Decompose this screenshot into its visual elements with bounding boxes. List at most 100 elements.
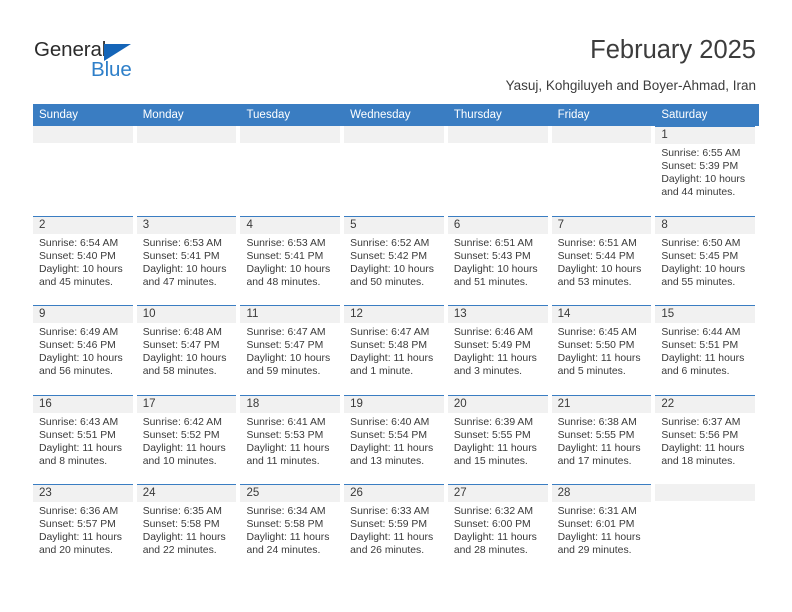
calendar-day-cell[interactable]: 5 Sunrise: 6:52 AM Sunset: 5:42 PM Daylight… (344, 215, 448, 306)
calendar-day-cell[interactable]: 12 Sunrise: 6:47 AM Sunset: 5:48 PM Dayligh… (344, 305, 448, 395)
daylight-text-line1: Daylight: 10 hours (350, 263, 434, 275)
calendar-day-cell[interactable]: 28 Sunrise: 6:31 AM Sunset: 6:01 PM Dayligh… (551, 484, 656, 574)
calendar-day-cell[interactable]: 6 Sunrise: 6:51 AM Sunset: 5:43 PM Daylight… (447, 215, 552, 306)
daylight-text-line1: Daylight: 10 hours (246, 263, 331, 275)
day-details: Sunrise: 6:51 AM Sunset: 5:44 PM Daylight:… (552, 234, 652, 289)
page-title: February 2025 (590, 36, 756, 64)
sunrise-text: Sunrise: 6:34 AM (246, 506, 326, 517)
calendar-day-cell[interactable]: 8 Sunrise: 6:50 AM Sunset: 5:45 PM Daylight… (655, 215, 759, 306)
calendar-day-cell[interactable]: 13 Sunrise: 6:46 AM Sunset: 5:49 PM Dayligh… (447, 305, 552, 395)
calendar-day-cell[interactable]: 25 Sunrise: 6:34 AM Sunset: 5:58 PM Dayligh… (240, 484, 344, 574)
weekday-header-tuesday: Tuesday (246, 109, 291, 121)
calendar-week-row: 1 Sunrise: 6:55 AM Sunset: 5:39 PM Daylight… (33, 126, 759, 216)
daylight-text-line2: and 6 minutes. (661, 366, 730, 378)
calendar-week-row: 2 Sunrise: 6:54 AM Sunset: 5:40 PM Daylight… (33, 215, 759, 306)
day-number: 1 (655, 127, 756, 144)
daylight-text-line1: Daylight: 11 hours (350, 532, 434, 544)
sunrise-text: Sunrise: 6:32 AM (453, 506, 534, 517)
daylight-text-line2: and 51 minutes. (453, 276, 528, 288)
day-details: Sunrise: 6:37 AM Sunset: 5:56 PM Daylight:… (655, 413, 755, 468)
day-number: 4 (240, 216, 341, 234)
calendar-day-inner: 26 Sunrise: 6:33 AM Sunset: 5:59 PM Dayligh… (344, 484, 444, 574)
calendar-day-inner: 11 Sunrise: 6:47 AM Sunset: 5:47 PM Dayligh… (240, 305, 341, 395)
sunrise-text: Sunrise: 6:43 AM (39, 416, 119, 428)
daylight-text-line2: and 59 minutes. (246, 366, 321, 378)
sunset-text: Sunset: 5:58 PM (142, 519, 220, 531)
calendar-day-cell[interactable]: 15 Sunrise: 6:44 AM Sunset: 5:51 PM Dayligh… (655, 305, 759, 395)
calendar-day-cell[interactable]: 10 Sunrise: 6:48 AM Sunset: 5:47 PM Dayligh… (136, 305, 241, 395)
daylight-text-line2: and 17 minutes. (557, 455, 632, 467)
calendar-day-cell[interactable]: 18 Sunrise: 6:41 AM Sunset: 5:53 PM Dayligh… (240, 394, 344, 485)
day-number (447, 126, 548, 143)
calendar-day-cell[interactable]: 11 Sunrise: 6:47 AM Sunset: 5:47 PM Dayligh… (240, 305, 344, 395)
calendar-day-cell[interactable]: 20 Sunrise: 6:39 AM Sunset: 5:55 PM Dayligh… (447, 394, 552, 485)
calendar-day-inner (33, 126, 133, 216)
daylight-text-line1: Daylight: 10 hours (661, 263, 746, 275)
calendar-day-inner (240, 126, 341, 216)
day-details: Sunrise: 6:34 AM Sunset: 5:58 PM Daylight:… (240, 502, 340, 557)
daylight-text-line1: Daylight: 10 hours (661, 174, 746, 186)
calendar-day-inner: 15 Sunrise: 6:44 AM Sunset: 5:51 PM Dayligh… (655, 305, 756, 395)
weekday-header-saturday: Saturday (661, 109, 708, 121)
calendar-day-inner (551, 126, 652, 216)
day-number (136, 126, 237, 143)
day-number: 16 (33, 395, 133, 413)
sunrise-text: Sunrise: 6:44 AM (661, 327, 741, 338)
weekday-header-friday: Friday (557, 109, 590, 121)
day-number (33, 126, 133, 143)
sunset-text: Sunset: 5:47 PM (142, 340, 220, 352)
sunset-text: Sunset: 5:40 PM (39, 250, 116, 262)
calendar-weeks: 1 Sunrise: 6:55 AM Sunset: 5:39 PM Daylight… (33, 126, 759, 574)
calendar-day-cell[interactable]: 23 Sunrise: 6:36 AM Sunset: 5:57 PM Dayligh… (33, 484, 137, 574)
calendar-day-inner: 13 Sunrise: 6:46 AM Sunset: 5:49 PM Dayligh… (447, 305, 548, 395)
daylight-text-line1: Daylight: 11 hours (661, 353, 745, 365)
day-details: Sunrise: 6:53 AM Sunset: 5:41 PM Daylight:… (137, 234, 237, 289)
general-blue-logo[interactable]: General Blue (34, 38, 234, 88)
calendar-day-cell[interactable]: 2 Sunrise: 6:54 AM Sunset: 5:40 PM Daylight… (33, 215, 137, 306)
logo-text-blue: Blue (91, 58, 132, 81)
sunrise-text: Sunrise: 6:51 AM (453, 237, 534, 249)
daylight-text-line2: and 56 minutes. (39, 366, 113, 378)
calendar-day-cell[interactable]: 1 Sunrise: 6:55 AM Sunset: 5:39 PM Daylight… (655, 126, 759, 216)
sunset-text: Sunset: 5:59 PM (350, 519, 427, 531)
calendar-day-cell[interactable]: 19 Sunrise: 6:40 AM Sunset: 5:54 PM Dayligh… (344, 394, 448, 485)
day-details: Sunrise: 6:45 AM Sunset: 5:50 PM Daylight:… (552, 323, 652, 378)
calendar-day-cell[interactable]: 26 Sunrise: 6:33 AM Sunset: 5:59 PM Dayligh… (344, 484, 448, 574)
sunset-text: Sunset: 5:39 PM (661, 161, 739, 173)
calendar-day-cell[interactable]: 27 Sunrise: 6:32 AM Sunset: 6:00 PM Dayligh… (447, 484, 552, 574)
sunrise-text: Sunrise: 6:33 AM (350, 506, 430, 517)
sunset-text: Sunset: 5:41 PM (142, 250, 220, 262)
calendar-day-cell[interactable]: 14 Sunrise: 6:45 AM Sunset: 5:50 PM Dayligh… (551, 305, 656, 395)
sunrise-text: Sunrise: 6:52 AM (350, 237, 430, 249)
calendar-day-cell[interactable]: 16 Sunrise: 6:43 AM Sunset: 5:51 PM Dayligh… (33, 394, 137, 485)
calendar-day-inner: 6 Sunrise: 6:51 AM Sunset: 5:43 PM Daylight… (447, 215, 548, 306)
daylight-text-line2: and 8 minutes. (39, 455, 108, 467)
calendar-day-cell[interactable]: 22 Sunrise: 6:37 AM Sunset: 5:56 PM Dayligh… (655, 394, 759, 485)
calendar-day-inner: 3 Sunrise: 6:53 AM Sunset: 5:41 PM Daylight… (136, 215, 237, 306)
day-details: Sunrise: 6:49 AM Sunset: 5:46 PM Daylight:… (33, 323, 133, 378)
calendar-day-cell[interactable]: 9 Sunrise: 6:49 AM Sunset: 5:46 PM Daylight… (33, 305, 137, 395)
sunrise-text: Sunrise: 6:46 AM (453, 327, 534, 338)
calendar-day-cell[interactable]: 21 Sunrise: 6:38 AM Sunset: 5:55 PM Dayligh… (551, 394, 656, 485)
weekday-header-thursday: Thursday (453, 109, 502, 121)
weekday-header-sunday: Sunday (39, 109, 79, 121)
daylight-text-line1: Daylight: 10 hours (246, 353, 331, 365)
sunrise-text: Sunrise: 6:35 AM (142, 506, 222, 517)
daylight-text-line1: Daylight: 10 hours (557, 263, 642, 275)
calendar-day-cell[interactable]: 24 Sunrise: 6:35 AM Sunset: 5:58 PM Dayligh… (136, 484, 241, 574)
day-number: 13 (447, 306, 548, 323)
calendar-day-inner: 20 Sunrise: 6:39 AM Sunset: 5:55 PM Dayligh… (447, 394, 548, 485)
daylight-text-line2: and 44 minutes. (661, 187, 736, 199)
daylight-text-line1: Daylight: 11 hours (350, 442, 434, 454)
calendar-day-cell[interactable]: 7 Sunrise: 6:51 AM Sunset: 5:44 PM Daylight… (551, 215, 656, 306)
calendar-day-cell[interactable]: 4 Sunrise: 6:53 AM Sunset: 5:41 PM Daylight… (240, 215, 344, 306)
sunrise-text: Sunrise: 6:38 AM (557, 416, 637, 428)
calendar-day-cell[interactable]: 17 Sunrise: 6:42 AM Sunset: 5:52 PM Dayligh… (136, 394, 241, 485)
daylight-text-line2: and 26 minutes. (350, 545, 425, 557)
sunset-text: Sunset: 5:49 PM (453, 340, 531, 352)
calendar-day-inner: 23 Sunrise: 6:36 AM Sunset: 5:57 PM Dayligh… (33, 484, 133, 574)
day-details: Sunrise: 6:51 AM Sunset: 5:43 PM Daylight:… (448, 234, 548, 289)
calendar-day-cell[interactable]: 3 Sunrise: 6:53 AM Sunset: 5:41 PM Daylight… (136, 215, 241, 306)
daylight-text-line1: Daylight: 11 hours (453, 353, 537, 365)
daylight-text-line1: Daylight: 11 hours (350, 353, 434, 365)
